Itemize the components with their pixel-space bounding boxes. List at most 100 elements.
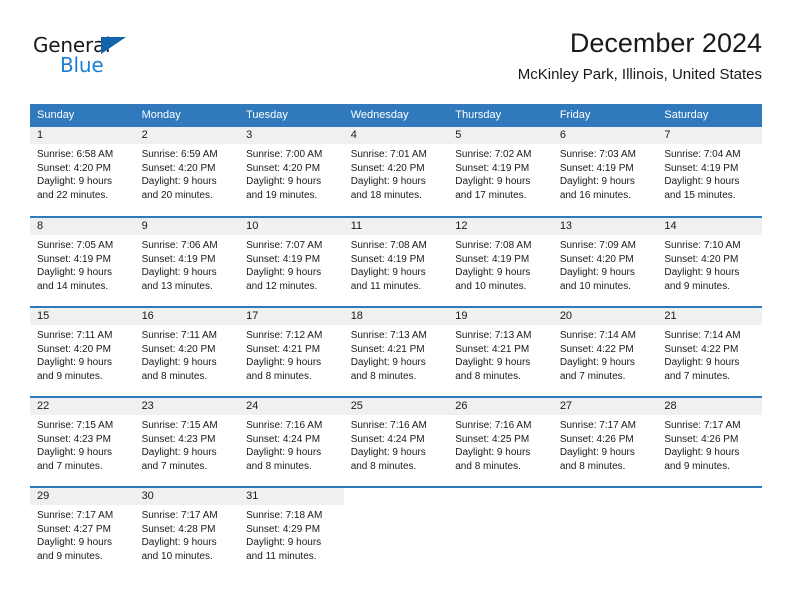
day-details: Sunrise: 7:11 AM Sunset: 4:20 PM Daylight:… bbox=[135, 325, 240, 383]
day-cell[interactable]: 26 Sunrise: 7:16 AM Sunset: 4:25 PM Dayligh… bbox=[448, 396, 553, 487]
day-cell-inner: 30 Sunrise: 7:17 AM Sunset: 4:28 PM Dayligh… bbox=[134, 488, 240, 577]
day-cell[interactable]: 30 Sunrise: 7:17 AM Sunset: 4:28 PM Dayligh… bbox=[134, 486, 240, 577]
sunrise-text: Sunrise: 7:15 AM bbox=[37, 420, 114, 431]
sunset-text: Sunset: 4:27 PM bbox=[37, 523, 111, 535]
page-header: General Blue December 2024 McKinley Park… bbox=[30, 26, 762, 98]
day-cell[interactable]: 20 Sunrise: 7:14 AM Sunset: 4:22 PM Dayligh… bbox=[552, 306, 658, 397]
day-cell[interactable]: 21 Sunrise: 7:14 AM Sunset: 4:22 PM Dayligh… bbox=[657, 306, 762, 397]
day-details: Sunrise: 7:16 AM Sunset: 4:24 PM Daylight:… bbox=[344, 415, 449, 473]
daylight-text-line2: and 8 minutes. bbox=[141, 370, 208, 382]
sunset-text: Sunset: 4:21 PM bbox=[455, 343, 530, 355]
day-cell[interactable]: 12 Sunrise: 7:08 AM Sunset: 4:19 PM Dayligh… bbox=[448, 216, 553, 307]
sunrise-text: Sunrise: 7:11 AM bbox=[141, 330, 217, 341]
daylight-text-line2: and 8 minutes. bbox=[559, 460, 626, 472]
day-number: 24 bbox=[239, 398, 344, 415]
day-cell[interactable]: 4 Sunrise: 7:01 AM Sunset: 4:20 PM Daylight… bbox=[343, 127, 449, 217]
day-details: Sunrise: 7:17 AM Sunset: 4:27 PM Daylight:… bbox=[30, 505, 135, 563]
day-number: 15 bbox=[30, 308, 135, 325]
calendar-body: 1 Sunrise: 6:58 AM Sunset: 4:20 PM Daylight… bbox=[30, 127, 762, 577]
day-details bbox=[657, 505, 762, 509]
sunrise-text: Sunrise: 7:16 AM bbox=[455, 420, 532, 431]
weekday-header-sunday: Sunday bbox=[30, 104, 135, 127]
day-cell[interactable]: 31 Sunrise: 7:18 AM Sunset: 4:29 PM Dayligh… bbox=[239, 486, 344, 577]
day-details: Sunrise: 7:15 AM Sunset: 4:23 PM Daylight:… bbox=[30, 415, 135, 473]
daylight-text-line2: and 16 minutes. bbox=[559, 189, 631, 201]
sunset-text: Sunset: 4:29 PM bbox=[246, 523, 321, 535]
day-cell[interactable]: 7 Sunrise: 7:04 AM Sunset: 4:19 PM Daylight… bbox=[657, 127, 762, 217]
daylight-text-line1: Daylight: 9 hours bbox=[246, 357, 322, 368]
day-cell[interactable]: 18 Sunrise: 7:13 AM Sunset: 4:21 PM Dayligh… bbox=[343, 306, 449, 397]
day-cell[interactable]: 8 Sunrise: 7:05 AM Sunset: 4:19 PM Daylight… bbox=[30, 216, 135, 307]
daylight-text-line1: Daylight: 9 hours bbox=[455, 267, 531, 278]
daylight-text-line1: Daylight: 9 hours bbox=[559, 357, 635, 368]
day-cell[interactable]: 16 Sunrise: 7:11 AM Sunset: 4:20 PM Dayligh… bbox=[134, 306, 240, 397]
daylight-text-line1: Daylight: 9 hours bbox=[141, 537, 217, 548]
day-cell-inner: 9 Sunrise: 7:06 AM Sunset: 4:19 PM Daylight… bbox=[134, 218, 240, 306]
sunset-text: Sunset: 4:22 PM bbox=[664, 343, 739, 355]
location-subtitle: McKinley Park, Illinois, United States bbox=[517, 66, 762, 83]
day-cell[interactable]: 9 Sunrise: 7:06 AM Sunset: 4:19 PM Daylight… bbox=[134, 216, 240, 307]
day-number: 27 bbox=[552, 398, 658, 415]
day-cell[interactable]: 17 Sunrise: 7:12 AM Sunset: 4:21 PM Dayligh… bbox=[239, 306, 344, 397]
day-cell[interactable]: 19 Sunrise: 7:13 AM Sunset: 4:21 PM Dayligh… bbox=[448, 306, 553, 397]
sunset-text: Sunset: 4:23 PM bbox=[141, 433, 216, 445]
sunset-text: Sunset: 4:20 PM bbox=[37, 343, 111, 355]
day-details bbox=[448, 505, 553, 509]
generalblue-logo[interactable]: General Blue bbox=[33, 34, 163, 82]
daylight-text-line2: and 19 minutes. bbox=[246, 189, 318, 201]
sunset-text: Sunset: 4:19 PM bbox=[246, 253, 321, 265]
day-cell[interactable]: 24 Sunrise: 7:16 AM Sunset: 4:24 PM Dayligh… bbox=[239, 396, 344, 487]
day-cell-inner: 4 Sunrise: 7:01 AM Sunset: 4:20 PM Daylight… bbox=[343, 127, 449, 216]
daylight-text-line1: Daylight: 9 hours bbox=[455, 447, 531, 458]
sunset-text: Sunset: 4:20 PM bbox=[559, 253, 634, 265]
day-cell[interactable]: 27 Sunrise: 7:17 AM Sunset: 4:26 PM Dayligh… bbox=[552, 396, 658, 487]
day-details: Sunrise: 7:16 AM Sunset: 4:24 PM Daylight:… bbox=[239, 415, 344, 473]
calendar-week-row: 22 Sunrise: 7:15 AM Sunset: 4:23 PM Dayligh… bbox=[30, 396, 762, 487]
day-details: Sunrise: 7:10 AM Sunset: 4:20 PM Daylight:… bbox=[657, 235, 762, 293]
day-cell[interactable]: 6 Sunrise: 7:03 AM Sunset: 4:19 PM Daylight… bbox=[552, 127, 658, 217]
day-cell[interactable]: 23 Sunrise: 7:15 AM Sunset: 4:23 PM Dayligh… bbox=[134, 396, 240, 487]
day-cell[interactable]: 15 Sunrise: 7:11 AM Sunset: 4:20 PM Dayligh… bbox=[30, 306, 135, 397]
day-cell[interactable]: 5 Sunrise: 7:02 AM Sunset: 4:19 PM Daylight… bbox=[448, 127, 553, 217]
sunset-text: Sunset: 4:19 PM bbox=[141, 253, 216, 265]
day-details: Sunrise: 7:17 AM Sunset: 4:26 PM Daylight:… bbox=[553, 415, 658, 473]
day-details: Sunrise: 7:13 AM Sunset: 4:21 PM Daylight:… bbox=[344, 325, 449, 383]
sunrise-text: Sunrise: 7:13 AM bbox=[455, 330, 532, 341]
day-cell[interactable]: 22 Sunrise: 7:15 AM Sunset: 4:23 PM Dayligh… bbox=[30, 396, 135, 487]
daylight-text-line2: and 18 minutes. bbox=[350, 189, 422, 201]
day-details: Sunrise: 7:14 AM Sunset: 4:22 PM Daylight:… bbox=[657, 325, 762, 383]
sunrise-text: Sunrise: 7:17 AM bbox=[664, 420, 741, 431]
day-cell[interactable]: 3 Sunrise: 7:00 AM Sunset: 4:20 PM Daylight… bbox=[239, 127, 344, 217]
day-cell-inner: 11 Sunrise: 7:08 AM Sunset: 4:19 PM Dayligh… bbox=[343, 218, 449, 306]
day-details: Sunrise: 6:58 AM Sunset: 4:20 PM Daylight:… bbox=[30, 144, 135, 202]
day-number: 1 bbox=[30, 127, 135, 144]
day-number: 13 bbox=[552, 218, 658, 235]
day-cell[interactable]: 1 Sunrise: 6:58 AM Sunset: 4:20 PM Daylight… bbox=[30, 127, 135, 217]
day-details: Sunrise: 7:02 AM Sunset: 4:19 PM Daylight:… bbox=[448, 144, 553, 202]
sunset-text: Sunset: 4:25 PM bbox=[455, 433, 530, 445]
sunrise-text: Sunrise: 7:00 AM bbox=[246, 149, 323, 160]
daylight-text-line2: and 15 minutes. bbox=[664, 189, 736, 201]
sunset-text: Sunset: 4:20 PM bbox=[141, 162, 216, 174]
day-cell[interactable]: 13 Sunrise: 7:09 AM Sunset: 4:20 PM Dayligh… bbox=[552, 216, 658, 307]
daylight-text-line2: and 11 minutes. bbox=[246, 550, 317, 562]
day-cell-inner: 25 Sunrise: 7:16 AM Sunset: 4:24 PM Dayligh… bbox=[343, 398, 449, 486]
day-cell[interactable]: 10 Sunrise: 7:07 AM Sunset: 4:19 PM Dayligh… bbox=[239, 216, 344, 307]
sunset-text: Sunset: 4:20 PM bbox=[141, 343, 216, 355]
daylight-text-line1: Daylight: 9 hours bbox=[141, 357, 217, 368]
day-cell[interactable]: 11 Sunrise: 7:08 AM Sunset: 4:19 PM Dayligh… bbox=[343, 216, 449, 307]
weekday-header-wednesday: Wednesday bbox=[343, 104, 449, 127]
sunrise-text: Sunrise: 7:05 AM bbox=[37, 240, 114, 251]
day-cell[interactable]: 28 Sunrise: 7:17 AM Sunset: 4:26 PM Dayligh… bbox=[657, 396, 762, 487]
day-details: Sunrise: 7:13 AM Sunset: 4:21 PM Daylight:… bbox=[448, 325, 553, 383]
day-number: 29 bbox=[30, 488, 135, 505]
day-cell-inner: 14 Sunrise: 7:10 AM Sunset: 4:20 PM Dayligh… bbox=[657, 218, 762, 306]
sunrise-text: Sunrise: 7:17 AM bbox=[141, 510, 218, 521]
day-cell[interactable]: 29 Sunrise: 7:17 AM Sunset: 4:27 PM Dayligh… bbox=[30, 486, 135, 577]
day-number: 17 bbox=[239, 308, 344, 325]
day-cell[interactable]: 25 Sunrise: 7:16 AM Sunset: 4:24 PM Dayligh… bbox=[343, 396, 449, 487]
day-cell[interactable]: 14 Sunrise: 7:10 AM Sunset: 4:20 PM Dayligh… bbox=[657, 216, 762, 307]
day-cell[interactable]: 2 Sunrise: 6:59 AM Sunset: 4:20 PM Daylight… bbox=[134, 127, 240, 217]
daylight-text-line2: and 12 minutes. bbox=[246, 280, 318, 292]
day-number: 19 bbox=[448, 308, 553, 325]
